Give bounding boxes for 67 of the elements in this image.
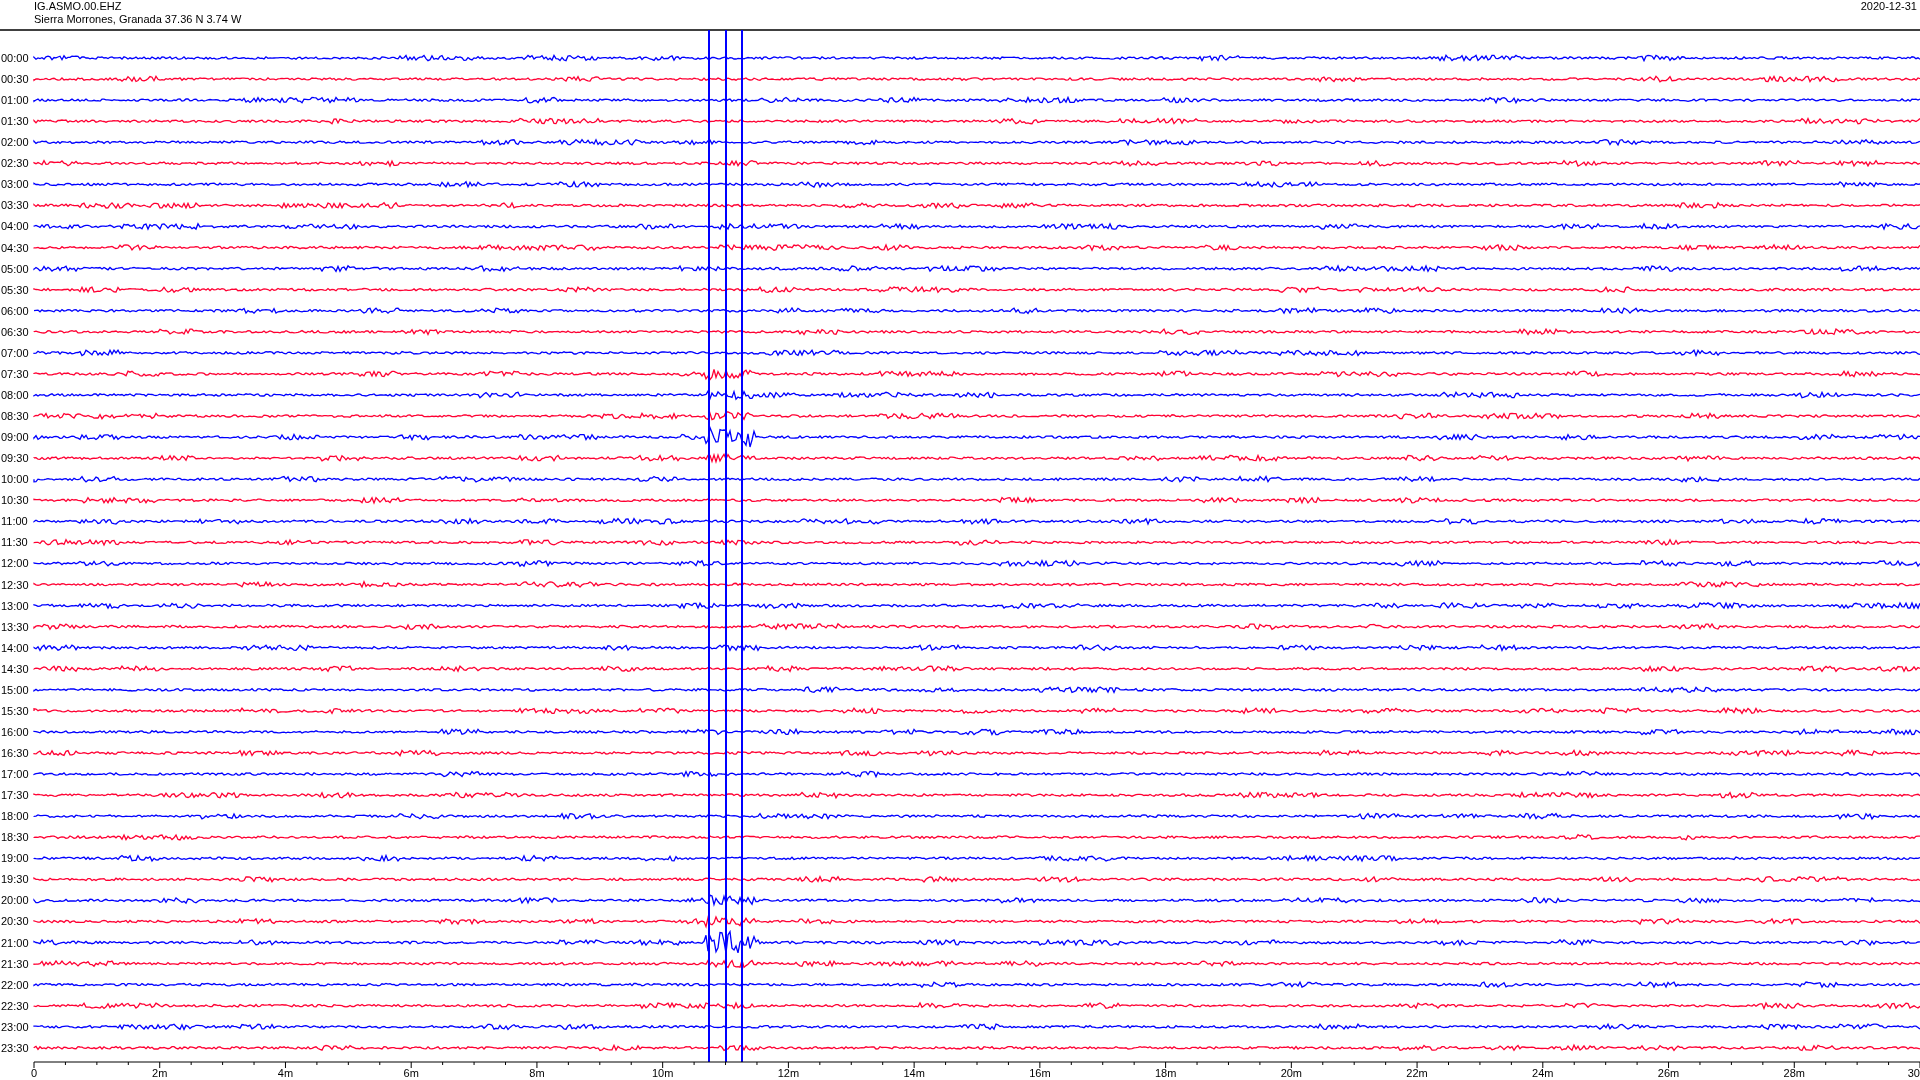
time-label: 05:00 bbox=[1, 262, 29, 275]
axis-tick-label: 26m bbox=[1657, 1067, 1680, 1079]
time-label: 22:00 bbox=[1, 978, 29, 991]
time-label: 03:30 bbox=[1, 199, 29, 212]
time-label: 10:00 bbox=[1, 473, 29, 486]
time-label: 10:30 bbox=[1, 494, 29, 507]
time-label: 07:30 bbox=[1, 367, 29, 380]
time-label: 12:30 bbox=[1, 578, 29, 591]
axis-tick-label: 16m bbox=[1029, 1067, 1051, 1079]
time-label: 01:30 bbox=[1, 115, 29, 128]
time-label: 04:30 bbox=[1, 241, 29, 254]
time-label: 06:00 bbox=[1, 304, 29, 317]
time-label: 08:00 bbox=[1, 388, 29, 401]
time-label: 01:00 bbox=[1, 94, 29, 107]
station-code: IG.ASMO.00.EHZ bbox=[34, 0, 122, 12]
axis-tick-label: 6m bbox=[403, 1067, 419, 1079]
time-label: 02:30 bbox=[1, 157, 29, 170]
date-label: 2020-12-31 bbox=[1860, 0, 1917, 12]
time-label: 21:30 bbox=[1, 957, 29, 970]
time-label: 11:30 bbox=[1, 536, 28, 549]
time-label: 13:30 bbox=[1, 620, 29, 633]
time-label: 00:00 bbox=[1, 52, 29, 64]
time-label: 19:00 bbox=[1, 852, 29, 865]
time-label: 18:00 bbox=[1, 810, 29, 823]
axis-tick-label: 2m bbox=[152, 1067, 168, 1079]
time-label: 09:30 bbox=[1, 452, 29, 465]
time-label: 06:30 bbox=[1, 325, 29, 338]
time-label: 08:30 bbox=[1, 410, 29, 422]
time-label: 18:30 bbox=[1, 831, 29, 844]
time-label: 11:00 bbox=[1, 515, 28, 528]
axis-tick-label: 30 bbox=[1907, 1067, 1920, 1079]
time-label: 21:00 bbox=[1, 936, 29, 949]
time-label: 22:30 bbox=[1, 999, 29, 1012]
time-label: 13:00 bbox=[1, 599, 29, 612]
axis-tick-label: 8m bbox=[529, 1067, 545, 1079]
axis-tick-label: 12m bbox=[777, 1067, 800, 1079]
time-label: 14:30 bbox=[1, 662, 29, 675]
time-label: 16:00 bbox=[1, 725, 29, 738]
axis-tick-label: 4m bbox=[277, 1067, 294, 1079]
time-label: 17:30 bbox=[1, 789, 29, 802]
axis-tick-label: 20m bbox=[1280, 1067, 1303, 1079]
time-label: 20:00 bbox=[1, 894, 29, 907]
axis-tick-label: 24m bbox=[1532, 1067, 1554, 1079]
axis-tick-label: 22m bbox=[1406, 1067, 1428, 1079]
time-label: 20:30 bbox=[1, 915, 29, 928]
time-label: 15:00 bbox=[1, 683, 29, 696]
time-label: 23:00 bbox=[1, 1020, 29, 1033]
time-label: 14:00 bbox=[1, 641, 29, 654]
time-label: 07:00 bbox=[1, 346, 29, 359]
station-location: Sierra Morrones, Granada 37.36 N 3.74 W bbox=[34, 13, 242, 25]
time-label: 23:30 bbox=[1, 1041, 29, 1054]
time-label: 16:30 bbox=[1, 747, 29, 759]
time-label: 09:00 bbox=[1, 431, 29, 444]
axis-tick-label: 28m bbox=[1783, 1067, 1805, 1079]
time-label: 00:30 bbox=[1, 73, 29, 86]
time-label: 03:00 bbox=[1, 178, 29, 191]
axis-tick-label: 10m bbox=[651, 1067, 674, 1079]
axis-tick-label: 14m bbox=[903, 1067, 925, 1079]
time-label: 04:00 bbox=[1, 220, 29, 233]
time-label: 12:00 bbox=[1, 557, 29, 570]
time-label: 15:30 bbox=[1, 704, 29, 717]
axis-tick-label: 18m bbox=[1154, 1067, 1177, 1079]
time-label: 17:00 bbox=[1, 768, 29, 781]
axis-tick-label: 0 bbox=[31, 1067, 38, 1079]
time-label: 02:00 bbox=[1, 136, 29, 149]
time-label: 05:30 bbox=[1, 283, 29, 296]
time-label: 19:30 bbox=[1, 873, 29, 886]
